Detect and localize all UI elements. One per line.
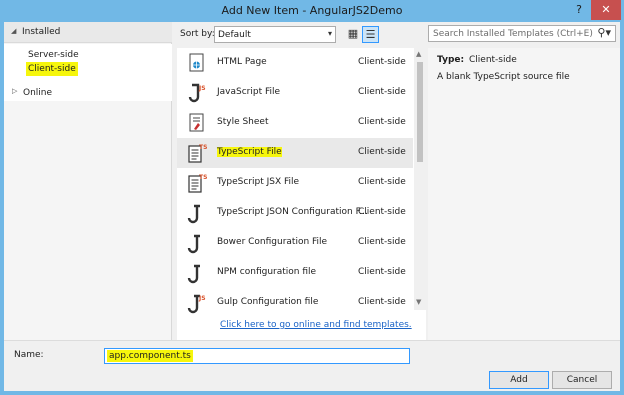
list-item-typescript-jsx-file[interactable]: TS TypeScript JSX File Client-side xyxy=(177,168,413,198)
add-button[interactable]: Add xyxy=(489,371,549,389)
tree-item-client-side[interactable]: Client-side xyxy=(26,62,78,76)
tree-node-installed[interactable]: ◢ Installed xyxy=(4,22,172,43)
dialog-window: Add New Item - AngularJS2Demo ? ✕ ◢ Inst… xyxy=(0,0,624,395)
json-config-file-icon xyxy=(187,204,200,224)
template-name: HTML Page xyxy=(217,57,267,67)
template-category: Client-side xyxy=(358,57,406,67)
template-name: TypeScript JSX File xyxy=(217,177,300,187)
html-file-icon xyxy=(189,53,204,72)
list-item-gulp-config[interactable]: JS Gulp Configuration file Client-side xyxy=(177,288,413,318)
template-category: Client-side xyxy=(358,207,406,217)
stylesheet-file-icon xyxy=(189,113,204,132)
tree-node-online[interactable]: Online xyxy=(23,86,52,100)
template-name: TypeScript File xyxy=(217,147,282,157)
template-category: Client-side xyxy=(358,177,406,187)
category-tree: ◢ Installed Server-side Client-side ▷ On… xyxy=(4,22,172,340)
name-label: Name: xyxy=(14,350,44,360)
bottom-panel: Name: app.component.ts Add Cancel xyxy=(4,340,620,391)
template-category: Client-side xyxy=(358,117,406,127)
template-name: Style Sheet xyxy=(217,117,269,127)
online-templates-link[interactable]: Click here to go online and find templat… xyxy=(220,320,412,330)
dialog-body: ◢ Installed Server-side Client-side ▷ On… xyxy=(4,22,620,391)
sort-by-dropdown[interactable]: Default ▾ xyxy=(214,26,336,43)
help-button[interactable]: ? xyxy=(568,0,590,20)
json-config-file-icon xyxy=(187,234,200,254)
title-bar: Add New Item - AngularJS2Demo ? ✕ xyxy=(0,0,624,22)
name-field-value: app.component.ts xyxy=(107,350,193,362)
template-description: A blank TypeScript source file xyxy=(437,72,570,82)
tree-node-installed-label: Installed xyxy=(22,27,61,37)
sort-toolbar: Sort by: Default ▾ ▦ ☰ xyxy=(174,25,424,45)
window-title: Add New Item - AngularJS2Demo xyxy=(221,4,403,17)
template-name: Gulp Configuration file xyxy=(217,297,319,307)
list-view-icon[interactable]: ☰ xyxy=(362,26,379,43)
svg-text:JS: JS xyxy=(198,85,206,92)
scroll-thumb[interactable] xyxy=(417,62,423,162)
list-item-javascript-file[interactable]: JS JavaScript File Client-side xyxy=(177,78,413,108)
scroll-down-icon[interactable]: ▼ xyxy=(416,298,421,306)
javascript-file-icon: JS xyxy=(188,83,206,103)
chevron-down-icon: ▾ xyxy=(327,29,332,38)
grid-view-icon[interactable]: ▦ xyxy=(345,26,361,43)
list-item-typescript-json-config[interactable]: TypeScript JSON Configuration F... Clien… xyxy=(177,198,413,228)
list-item-html-page[interactable]: HTML Page Client-side xyxy=(177,48,413,78)
template-category: Client-side xyxy=(358,147,406,157)
sort-by-label: Sort by: xyxy=(180,29,215,39)
template-name: TypeScript JSON Configuration F... xyxy=(217,207,368,217)
search-icon[interactable]: ⚲▾ xyxy=(597,26,611,39)
template-list: HTML Page Client-side JS JavaScript File… xyxy=(177,48,426,340)
sort-by-value: Default xyxy=(218,30,251,40)
list-item-style-sheet[interactable]: Style Sheet Client-side xyxy=(177,108,413,138)
json-config-file-icon xyxy=(187,264,200,284)
list-scrollbar[interactable]: ▲ ▼ xyxy=(414,48,426,310)
template-category: Client-side xyxy=(358,267,406,277)
list-item-bower-config[interactable]: Bower Configuration File Client-side xyxy=(177,228,413,258)
tree-item-server-side[interactable]: Server-side xyxy=(26,48,81,62)
scroll-up-icon[interactable]: ▲ xyxy=(416,50,421,58)
template-name: Bower Configuration File xyxy=(217,237,328,247)
javascript-config-file-icon: JS xyxy=(187,294,206,314)
template-name: NPM configuration file xyxy=(217,267,317,277)
svg-text:TS: TS xyxy=(199,144,207,151)
cancel-button[interactable]: Cancel xyxy=(552,371,612,389)
list-item-npm-config[interactable]: NPM configuration file Client-side xyxy=(177,258,413,288)
name-field[interactable]: app.component.ts xyxy=(104,348,410,364)
type-value: Client-side xyxy=(469,55,517,65)
expand-arrow-icon[interactable]: ▷ xyxy=(12,87,17,95)
collapse-arrow-icon[interactable]: ◢ xyxy=(11,27,16,35)
template-category: Client-side xyxy=(358,297,406,307)
search-input[interactable]: Search Installed Templates (Ctrl+E) ⚲▾ xyxy=(428,25,616,42)
close-button[interactable]: ✕ xyxy=(591,0,621,20)
template-category: Client-side xyxy=(358,87,406,97)
type-label: Type: xyxy=(437,55,465,65)
search-placeholder: Search Installed Templates (Ctrl+E) xyxy=(433,29,593,39)
svg-text:TS: TS xyxy=(199,174,207,181)
list-item-typescript-file[interactable]: TS TypeScript File Client-side xyxy=(177,138,413,168)
svg-text:JS: JS xyxy=(198,295,206,302)
template-category: Client-side xyxy=(358,237,406,247)
typescript-jsx-file-icon: TS xyxy=(188,174,207,193)
typescript-file-icon: TS xyxy=(188,144,207,163)
template-name: JavaScript File xyxy=(217,87,281,97)
template-details: Type: Client-side A blank TypeScript sou… xyxy=(428,48,620,340)
